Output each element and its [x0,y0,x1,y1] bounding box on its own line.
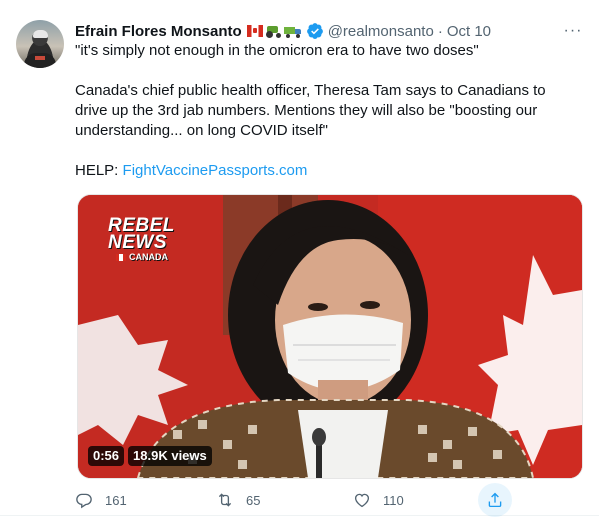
video-overlay: 0:56 18.9K views [88,446,212,466]
reply-button[interactable]: 161 [75,491,127,509]
tweet-help-line: HELP: FightVaccinePassports.com [75,161,575,181]
verified-badge-icon [306,23,323,39]
logo-line-2: NEWS [108,232,167,253]
video-views: 18.9K views [128,446,212,466]
retweet-count: 65 [246,492,261,508]
tweet-header: Efrain Flores Monsanto @realmonsanto · O… [75,21,491,41]
tractor-icon [265,25,282,38]
retweet-button[interactable]: 65 [216,491,260,509]
tweet-actions: 161 65 110 [75,483,579,517]
video-player[interactable]: REBEL NEWS CANADA 0:56 18.9K views [77,194,583,479]
tweet[interactable]: Efrain Flores Monsanto @realmonsanto · O… [0,0,599,517]
tweet-date[interactable]: Oct 10 [447,23,491,40]
tweet-text: "it's simply not enough in the omicron e… [75,41,575,181]
share-icon [488,492,502,508]
reply-count: 161 [105,492,127,508]
truck-icon [283,25,302,38]
more-options-icon[interactable]: ··· [563,21,583,41]
logo-flag-icon [116,253,126,261]
avatar-cap [33,30,48,38]
avatar-badge [35,56,45,60]
help-label: HELP: [75,162,119,179]
help-link[interactable]: FightVaccinePassports.com [123,162,308,179]
tweet-quote-line: "it's simply not enough in the omicron e… [75,42,479,59]
tweet-body-paragraph: Canada's chief public health officer, Th… [75,82,546,139]
like-icon [354,493,370,508]
like-count: 110 [383,492,404,508]
canada-flag-icon [246,25,263,37]
author-handle[interactable]: @realmonsanto [328,23,434,40]
like-button[interactable]: 110 [353,491,404,509]
header-separator: · [437,22,443,40]
name-emojis [246,25,302,38]
share-button[interactable] [478,483,512,517]
author-avatar[interactable] [16,20,64,68]
reply-icon [76,493,92,509]
logo-line-3: CANADA [116,251,175,263]
author-name[interactable]: Efrain Flores Monsanto [75,23,242,40]
video-duration: 0:56 [88,446,125,466]
rebel-news-logo: REBEL NEWS CANADA [108,216,175,263]
retweet-icon [218,493,232,507]
